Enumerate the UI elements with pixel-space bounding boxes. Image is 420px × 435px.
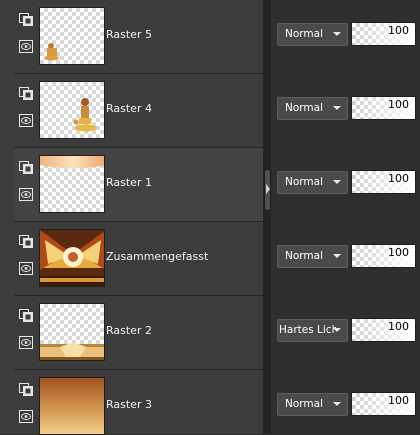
eye-icon[interactable] (19, 336, 33, 349)
chevron-down-icon (333, 328, 341, 332)
mask-link-icon[interactable] (19, 13, 33, 26)
opacity-field[interactable]: 100 (351, 170, 416, 194)
layer-name: Raster 1 (106, 176, 152, 189)
opacity-field[interactable]: 100 (351, 244, 416, 268)
mask-link-icon[interactable] (19, 87, 33, 100)
layer-row-raster-5[interactable]: Raster 5 (14, 0, 263, 74)
blend-mode-select[interactable]: Normal (277, 23, 348, 46)
blend-mode-select[interactable]: Hartes Licht (277, 319, 348, 342)
blend-mode-value: Normal (285, 176, 323, 188)
opacity-field[interactable]: 100 (351, 22, 416, 46)
chevron-down-icon (333, 180, 341, 184)
mask-link-icon[interactable] (19, 235, 33, 248)
blend-mode-select[interactable]: Normal (277, 171, 348, 194)
layer-name: Raster 4 (106, 102, 152, 115)
layer-thumbnail (39, 81, 105, 139)
eye-icon[interactable] (19, 40, 33, 53)
layer-name: Raster 5 (106, 28, 152, 41)
layer-thumbnail (39, 377, 105, 435)
blend-mode-select[interactable]: Normal (277, 393, 348, 416)
layers-panel: Raster 5 Raster 4 Raster 1 Zusammengefas… (14, 0, 263, 435)
layer-row-raster-3[interactable]: Raster 3 (14, 370, 263, 435)
layer-name: Raster 3 (106, 398, 152, 411)
blend-mode-select[interactable]: Normal (277, 245, 348, 268)
layer-row-raster-4[interactable]: Raster 4 (14, 74, 263, 148)
blend-mode-value: Hartes Licht (279, 324, 336, 336)
layer-row-zusammengefasst[interactable]: Zusammengefasst (14, 222, 263, 296)
opacity-value[interactable]: 100 (388, 320, 409, 333)
chevron-down-icon (333, 254, 341, 258)
layer-thumbnail (39, 229, 105, 287)
opacity-value[interactable]: 100 (388, 172, 409, 185)
eye-icon[interactable] (19, 410, 33, 423)
layer-name: Zusammengefasst (106, 250, 209, 263)
opacity-field[interactable]: 100 (351, 96, 416, 120)
mask-link-icon[interactable] (19, 383, 33, 396)
blend-mode-select[interactable]: Normal (277, 97, 348, 120)
layer-properties-panel: Normal 100 Normal 100 Normal 100 Normal … (271, 0, 420, 434)
chevron-right-icon[interactable] (266, 184, 270, 194)
opacity-value[interactable]: 100 (388, 98, 409, 111)
opacity-field[interactable]: 100 (351, 392, 416, 416)
layer-row-raster-2[interactable]: Raster 2 (14, 296, 263, 370)
chevron-down-icon (333, 32, 341, 36)
blend-mode-value: Normal (285, 102, 323, 114)
blend-mode-value: Normal (285, 28, 323, 40)
blend-mode-value: Normal (285, 250, 323, 262)
chevron-down-icon (333, 106, 341, 110)
opacity-value[interactable]: 100 (388, 24, 409, 37)
mask-link-icon[interactable] (19, 309, 33, 322)
panel-left-edge (0, 0, 14, 434)
layer-thumbnail (39, 155, 105, 213)
blend-mode-value: Normal (285, 398, 323, 410)
opacity-field[interactable]: 100 (351, 318, 416, 342)
eye-icon[interactable] (19, 114, 33, 127)
layer-thumbnail (39, 7, 105, 65)
chevron-down-icon (333, 402, 341, 406)
mask-link-icon[interactable] (19, 161, 33, 174)
layer-name: Raster 2 (106, 324, 152, 337)
opacity-value[interactable]: 100 (388, 246, 409, 259)
eye-icon[interactable] (19, 188, 33, 201)
opacity-value[interactable]: 100 (388, 394, 409, 407)
layer-thumbnail (39, 303, 105, 361)
panel-splitter[interactable] (263, 0, 271, 434)
eye-icon[interactable] (19, 262, 33, 275)
layer-row-raster-1[interactable]: Raster 1 (14, 148, 263, 222)
